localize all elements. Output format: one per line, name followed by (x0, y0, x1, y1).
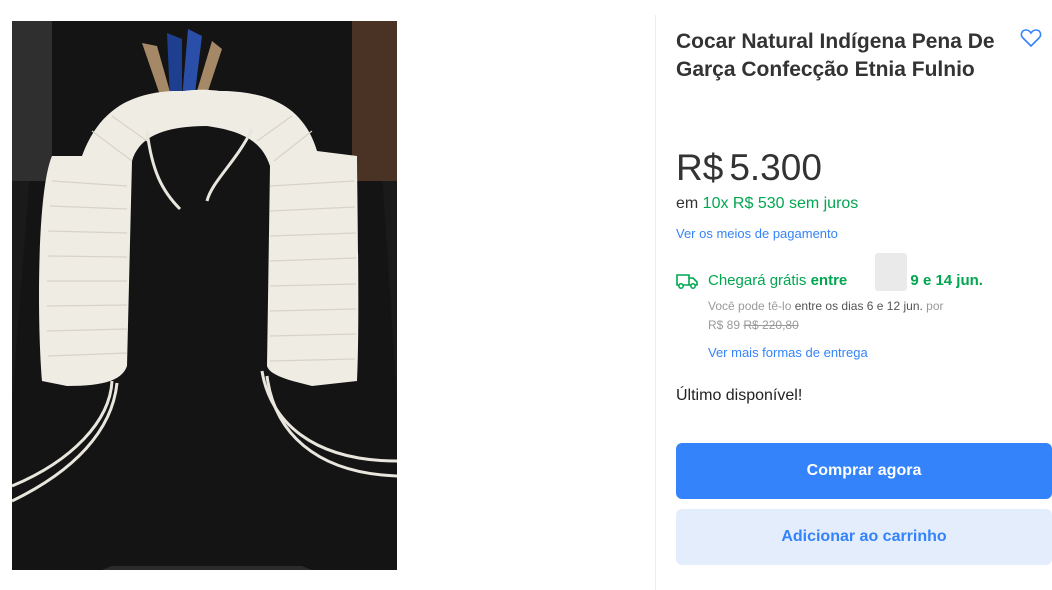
stock-status: Último disponível! (676, 387, 803, 404)
alt-shipping-suffix: por (922, 299, 944, 313)
heart-outline-icon[interactable] (1019, 26, 1043, 50)
installments-prefix: em (676, 195, 703, 212)
product-title: Cocar Natural Indígena Pena De Garça Con… (676, 30, 995, 81)
price: R$ 5.300 (676, 148, 822, 188)
free-shipping-text: Chegará grátis entre dias 9 e 14 jun. (708, 271, 983, 291)
feather-headdress-photo (12, 21, 397, 570)
free-shipping-prefix: Chegará grátis (708, 272, 811, 289)
add-to-cart-button[interactable]: Adicionar ao carrinho (676, 509, 1052, 565)
alt-shipping-prefix: Você pode tê-lo (708, 299, 795, 313)
product-image[interactable] (12, 21, 397, 570)
alt-shipping-price: R$ 89 R$ 220,80 (708, 317, 799, 333)
alt-shipping-text: Você pode tê-lo entre os dias 6 e 12 jun… (708, 298, 944, 314)
buy-now-button[interactable]: Comprar agora (676, 443, 1052, 499)
price-currency: R$ (676, 147, 724, 188)
truck-icon (676, 272, 698, 290)
alt-price: R$ 89 (708, 318, 741, 332)
payment-methods-link[interactable]: Ver os meios de pagamento (676, 226, 838, 241)
alt-old-price: R$ 220,80 (743, 318, 799, 332)
column-divider (655, 15, 656, 590)
installments: em 10x R$ 530 sem juros (676, 194, 858, 214)
alt-shipping-dates: entre os dias 6 e 12 jun. (794, 299, 923, 313)
free-shipping-word: entre (810, 272, 848, 289)
installments-value: 10x R$ 530 sem juros (702, 195, 859, 212)
more-delivery-options-link[interactable]: Ver mais formas de entrega (708, 345, 868, 360)
price-amount: 5.300 (729, 147, 822, 188)
product-info-panel: Cocar Natural Indígena Pena De Garça Con… (676, 20, 1052, 590)
overlay-box (875, 253, 907, 291)
